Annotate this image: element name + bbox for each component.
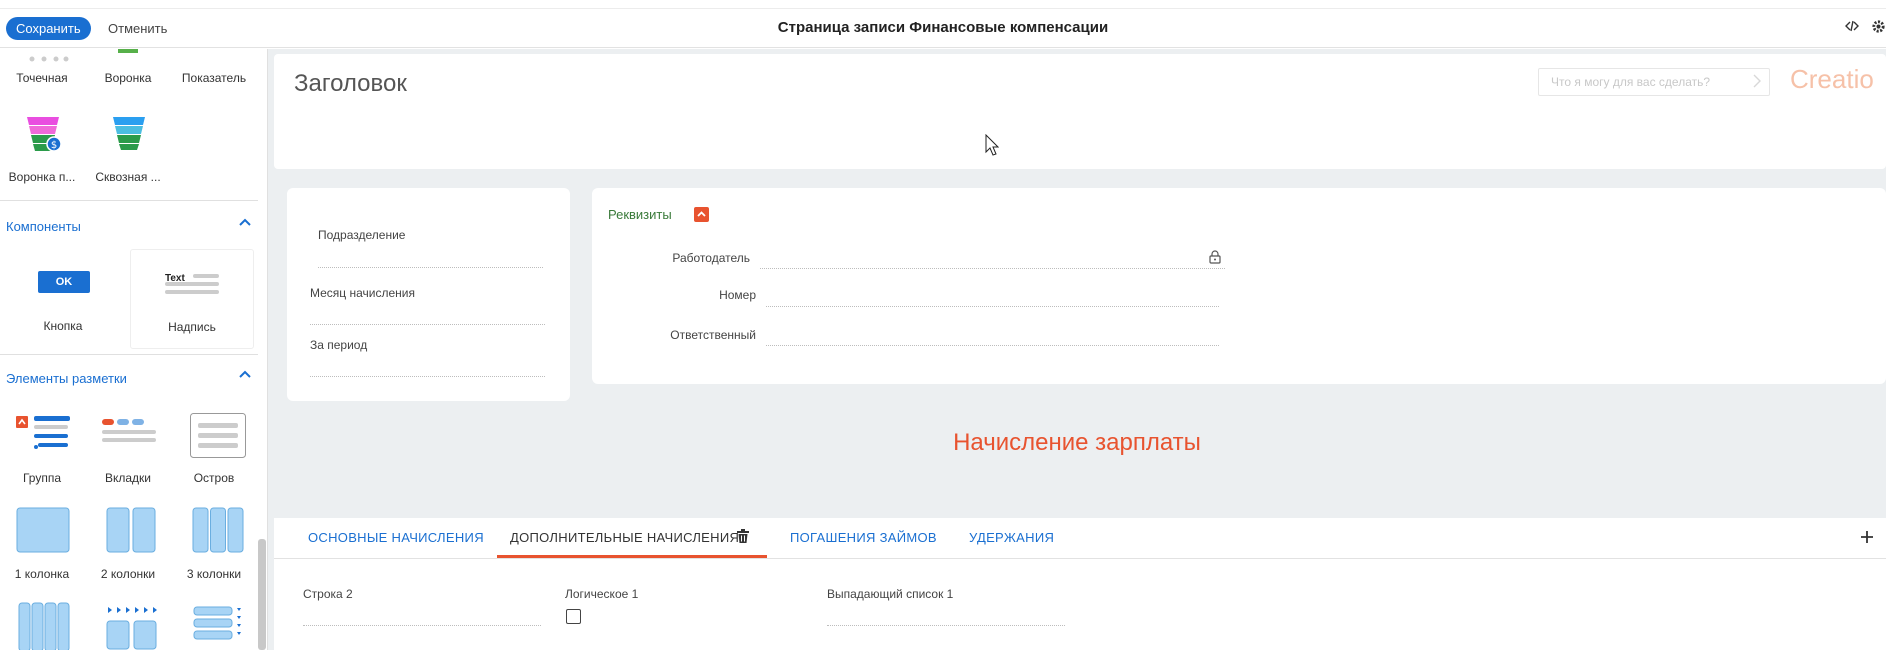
funnel-chart-icon — [118, 49, 138, 53]
top-toolbar: Сохранить Отменить Страница записи Финан… — [0, 8, 1886, 48]
creatio-logo: Creatio — [1790, 64, 1874, 94]
scatter-chart-icon — [24, 49, 70, 62]
collapse-group-icon[interactable] — [694, 207, 709, 222]
tile-label: Показатель — [181, 71, 247, 85]
button-preview: OK — [38, 271, 90, 293]
field-label-number: Номер — [719, 288, 756, 302]
tile-scatter[interactable]: Точечная — [0, 71, 84, 91]
number-input[interactable] — [766, 306, 1219, 307]
field-label-responsible: Ответственный — [670, 328, 756, 342]
trash-icon[interactable] — [737, 529, 749, 548]
tile-label: Воронка п... — [8, 170, 76, 184]
components-section-heading[interactable]: Компоненты — [6, 219, 81, 234]
mouse-cursor-icon — [985, 133, 1000, 161]
section-divider — [0, 354, 258, 355]
flex-list-icon[interactable] — [193, 605, 245, 650]
layout-island-tile[interactable]: Остров — [172, 413, 256, 489]
chevron-up-icon[interactable] — [238, 215, 252, 232]
layout-3-columns-tile[interactable]: 3 колонки — [172, 507, 256, 583]
tab-deductions[interactable]: УДЕРЖАНИЯ — [969, 530, 1054, 545]
tile-pass-through[interactable]: Сквозная ... — [86, 117, 170, 187]
tile-label: Воронка — [104, 71, 152, 85]
layout-2-columns-tile[interactable]: 2 колонки — [86, 507, 170, 583]
tile-label: Остров — [193, 471, 235, 485]
field-label-department: Подразделение — [318, 228, 406, 242]
tile-indicator[interactable]: Показатель — [172, 71, 256, 91]
three-columns-icon — [192, 507, 244, 556]
record-title[interactable]: Заголовок — [294, 70, 407, 98]
chevron-right-icon — [1753, 74, 1761, 91]
accrual-month-input[interactable] — [310, 324, 545, 325]
tile-funnel-money[interactable]: $ Воронка п... — [0, 117, 84, 187]
lock-icon — [1209, 250, 1221, 269]
designer-toolbox: Точечная Воронка Показатель $ Воронка п.… — [0, 49, 268, 650]
toolbox-scrollbar[interactable] — [258, 539, 266, 650]
four-columns-icon[interactable] — [18, 602, 70, 650]
layout-tabs-tile[interactable]: Вкладки — [86, 413, 170, 489]
layout-1-column-tile[interactable]: 1 колонка — [0, 507, 84, 583]
section-label[interactable]: Начисление зарплаты — [268, 429, 1886, 457]
responsible-input[interactable] — [766, 345, 1219, 346]
island-icon — [190, 413, 246, 462]
dropdown-1-input[interactable] — [827, 625, 1065, 626]
search-placeholder: Что я могу для вас сделать? — [1551, 75, 1711, 89]
component-button-tile[interactable]: OK Кнопка — [20, 257, 106, 349]
requisites-card: Реквизиты Работодатель Номер Ответственн… — [592, 188, 1886, 384]
tab-loan-repayments[interactable]: ПОГАШЕНИЯ ЗАЙМОВ — [790, 530, 937, 545]
tile-label: 3 колонки — [186, 567, 242, 581]
field-label-boolean-1: Логическое 1 — [565, 587, 639, 601]
one-column-icon — [16, 507, 70, 556]
svg-text:$: $ — [51, 140, 57, 151]
group-icon — [16, 413, 72, 456]
funnel-money-icon: $ — [26, 117, 62, 158]
active-tab-indicator — [497, 555, 767, 558]
section-divider — [0, 200, 258, 201]
add-tab-icon[interactable] — [1860, 530, 1874, 549]
string-2-input[interactable] — [303, 625, 541, 626]
field-label-string-2: Строка 2 — [303, 587, 353, 601]
page-title: Страница записи Финансовые компенсации — [777, 19, 1109, 36]
flex-row-icon[interactable] — [106, 605, 158, 650]
department-input[interactable] — [318, 267, 543, 268]
tile-label: Сквозная ... — [95, 170, 161, 184]
chevron-up-icon[interactable] — [238, 367, 252, 384]
field-label-employer: Работодатель — [672, 251, 750, 265]
tile-label: 1 колонка — [14, 567, 70, 581]
tab-main-accruals[interactable]: ОСНОВНЫЕ НАЧИСЛЕНИЯ — [308, 530, 484, 545]
tile-label: Вкладки — [104, 471, 152, 485]
pass-through-funnel-icon — [112, 117, 146, 154]
tile-label: Группа — [22, 471, 62, 485]
component-label-tile[interactable]: Text Надпись — [130, 249, 254, 349]
field-label-period: За период — [310, 338, 368, 352]
page-canvas: Заголовок Подразделение Месяц начисления… — [268, 49, 1886, 650]
field-label-dropdown-1: Выпадающий список 1 — [827, 587, 954, 601]
tabs-icon — [102, 413, 158, 456]
requisites-group-title[interactable]: Реквизиты — [608, 207, 672, 222]
command-search-input[interactable]: Что я могу для вас сделать? — [1538, 68, 1770, 96]
code-icon[interactable] — [1845, 19, 1859, 37]
tab-additional-accruals[interactable]: ДОПОЛНИТЕЛЬНЫЕ НАЧИСЛЕНИЯ — [510, 530, 739, 545]
boolean-1-checkbox[interactable] — [566, 609, 581, 624]
period-input[interactable] — [310, 376, 545, 377]
layout-group-tile[interactable]: Группа — [0, 413, 84, 489]
text-label-preview: Text — [165, 270, 221, 298]
layout-section-heading[interactable]: Элементы разметки — [6, 371, 127, 386]
tile-label: 2 колонки — [100, 567, 156, 581]
tile-funnel[interactable]: Воронка — [86, 71, 170, 91]
gear-icon[interactable] — [1871, 19, 1886, 38]
two-columns-icon — [106, 507, 156, 556]
left-fields-card: Подразделение Месяц начисления За период — [287, 188, 570, 401]
field-label-accrual-month: Месяц начисления — [310, 286, 416, 300]
tile-label: Точечная — [16, 71, 68, 85]
button-preview-text: OK — [55, 276, 73, 288]
tile-label: Кнопка — [43, 319, 83, 333]
tabs-divider — [274, 558, 1886, 559]
employer-input[interactable] — [760, 268, 1225, 269]
tile-label: Надпись — [168, 320, 216, 334]
